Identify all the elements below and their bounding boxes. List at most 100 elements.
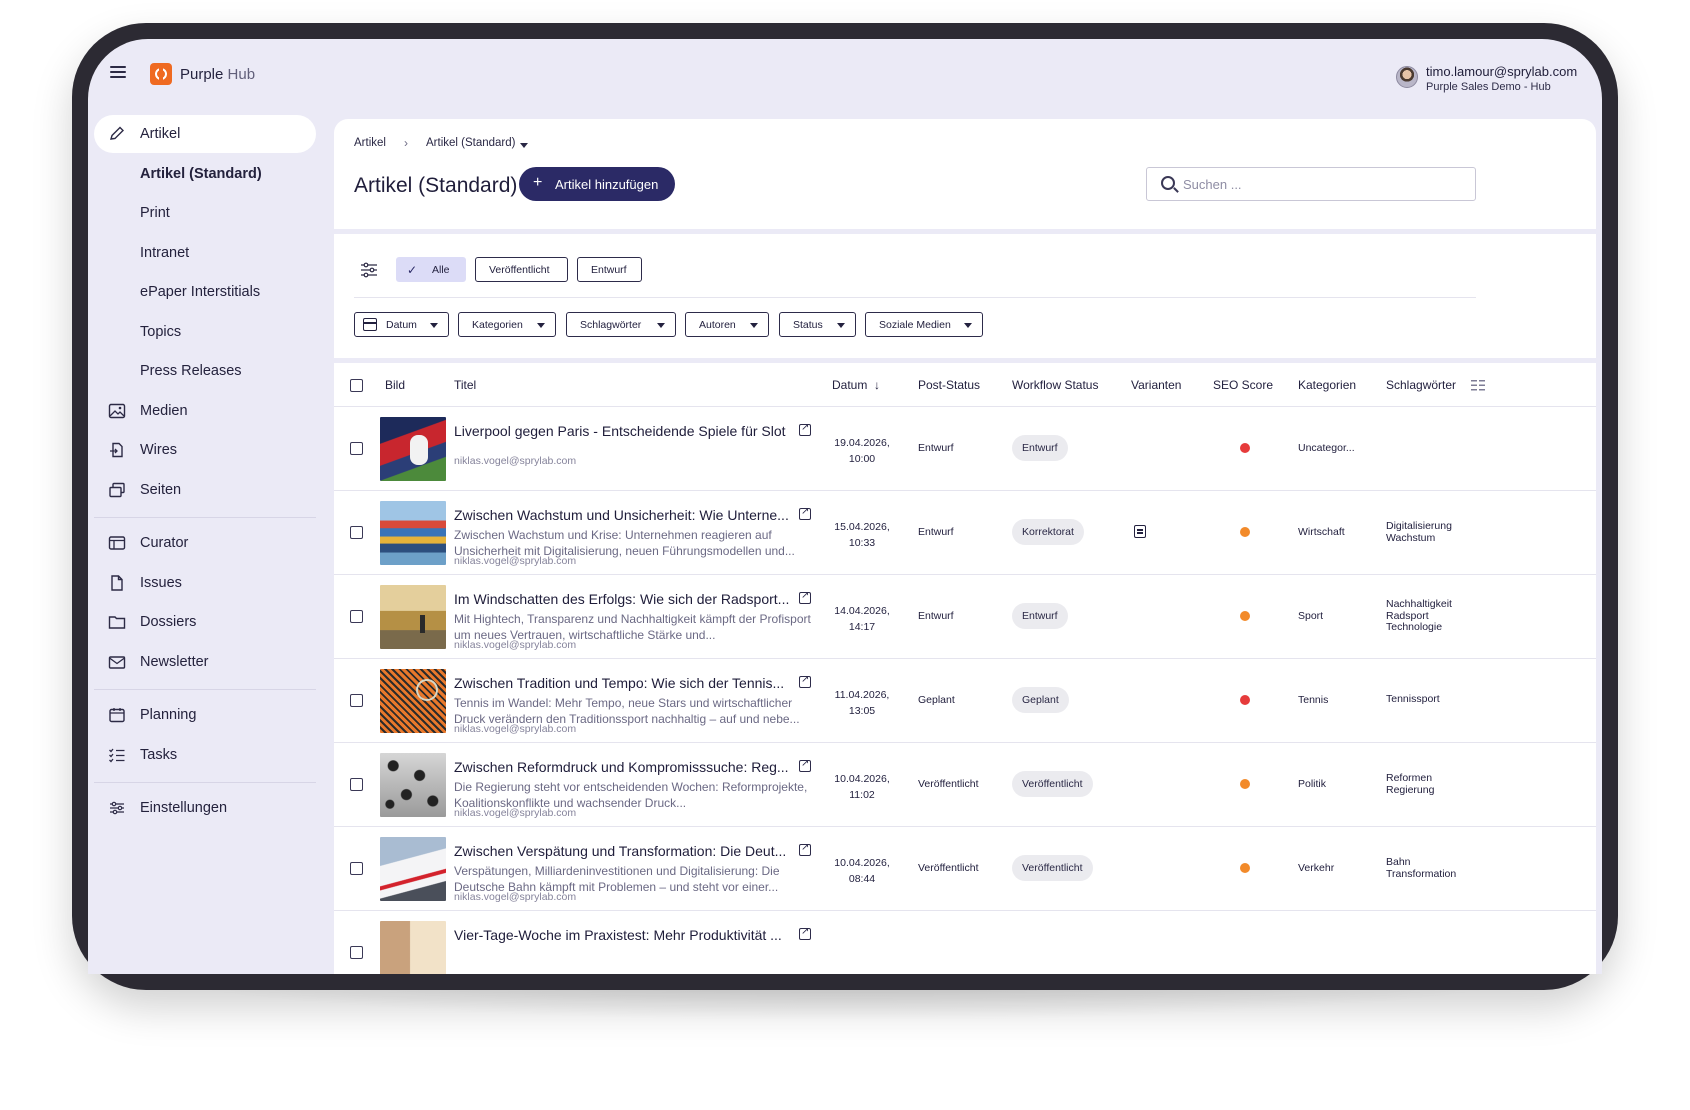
- article-thumbnail: [380, 417, 446, 481]
- article-tags: Bahn Transformation: [1386, 856, 1456, 880]
- article-tags: Tennissport: [1386, 693, 1440, 706]
- add-article-button[interactable]: + Artikel hinzufügen: [519, 167, 675, 201]
- column-header-workflow-status[interactable]: Workflow Status: [1012, 378, 1098, 392]
- workflow-status-badge[interactable]: Korrektorat: [1012, 519, 1084, 545]
- calendar-icon: [363, 318, 377, 331]
- sidebar-item-press-releases[interactable]: Press Releases: [94, 352, 316, 390]
- chevron-right-icon: ›: [404, 136, 408, 150]
- columns-settings-icon[interactable]: [1471, 380, 1485, 391]
- filter-dropdown-kategorien[interactable]: Kategorien: [458, 312, 556, 337]
- sliders-icon: [110, 801, 124, 815]
- external-link-icon[interactable]: [799, 842, 811, 856]
- article-author: niklas.vogel@sprylab.com: [454, 891, 577, 903]
- caret-down-icon: [837, 323, 845, 328]
- user-email[interactable]: timo.lamour@sprylab.com: [1426, 64, 1577, 79]
- sidebar-item-intranet[interactable]: Intranet: [94, 234, 316, 272]
- column-header-seo-score[interactable]: SEO Score: [1213, 378, 1273, 392]
- caret-down-icon: [537, 323, 545, 328]
- filter-dropdown-schlagwoerter[interactable]: Schlagwörter: [566, 312, 676, 337]
- sort-arrow-down-icon[interactable]: ↓: [874, 378, 880, 392]
- caret-down-icon[interactable]: [520, 143, 528, 148]
- sidebar-item-curator[interactable]: Curator: [94, 524, 316, 562]
- article-title[interactable]: Zwischen Wachstum und Unsicherheit: Wie …: [454, 507, 794, 523]
- menu-icon[interactable]: [110, 66, 126, 78]
- external-link-icon[interactable]: [799, 758, 811, 772]
- table-row[interactable]: Zwischen Verspätung und Transformation: …: [334, 827, 1596, 911]
- sidebar-item-wires[interactable]: Wires: [94, 431, 316, 469]
- workflow-status-badge[interactable]: Veröffentlicht: [1012, 771, 1093, 797]
- article-title[interactable]: Zwischen Verspätung und Transformation: …: [454, 843, 794, 859]
- filter-dropdown-status[interactable]: Status: [779, 312, 856, 337]
- row-checkbox[interactable]: [350, 862, 363, 875]
- column-header-titel[interactable]: Titel: [454, 378, 476, 392]
- dropdown-label: Datum: [386, 319, 417, 331]
- row-checkbox[interactable]: [350, 946, 363, 959]
- external-link-icon[interactable]: [799, 590, 811, 604]
- table-row[interactable]: Im Windschatten des Erfolgs: Wie sich de…: [334, 575, 1596, 659]
- sidebar-item-dossiers[interactable]: Dossiers: [94, 603, 316, 641]
- search-input[interactable]: [1183, 174, 1463, 194]
- filter-dropdown-autoren[interactable]: Autoren: [685, 312, 769, 337]
- tablet-frame: Purple Hub timo.lamour@sprylab.com Purpl…: [72, 23, 1618, 990]
- workflow-status-badge[interactable]: Veröffentlicht: [1012, 855, 1093, 881]
- article-title[interactable]: Im Windschatten des Erfolgs: Wie sich de…: [454, 591, 794, 607]
- row-checkbox[interactable]: [350, 526, 363, 539]
- filter-dropdown-datum[interactable]: Datum: [354, 312, 449, 337]
- sidebar-item-epaper-interstitials[interactable]: ePaper Interstitials: [94, 273, 316, 311]
- breadcrumb-root[interactable]: Artikel: [354, 137, 386, 149]
- table-row[interactable]: Zwischen Wachstum und Unsicherheit: Wie …: [334, 491, 1596, 575]
- filter-chip-veroeffentlicht[interactable]: Veröffentlicht: [475, 257, 568, 282]
- sidebar-item-print[interactable]: Print: [94, 194, 316, 232]
- article-title[interactable]: Liverpool gegen Paris - Entscheidende Sp…: [454, 423, 794, 439]
- article-thumbnail: [380, 921, 446, 974]
- article-title[interactable]: Zwischen Tradition und Tempo: Wie sich d…: [454, 675, 794, 691]
- sidebar-item-seiten[interactable]: Seiten: [94, 471, 316, 509]
- row-checkbox[interactable]: [350, 694, 363, 707]
- sidebar-item-artikel-standard[interactable]: Artikel (Standard): [94, 155, 316, 193]
- external-link-icon[interactable]: [799, 422, 811, 436]
- filter-dropdown-soziale-medien[interactable]: Soziale Medien: [865, 312, 983, 337]
- sidebar-item-newsletter[interactable]: Newsletter: [94, 643, 316, 681]
- table-row[interactable]: Zwischen Tradition und Tempo: Wie sich d…: [334, 659, 1596, 743]
- filter-settings-icon[interactable]: [360, 262, 378, 278]
- table-row[interactable]: Zwischen Reformdruck und Kompromisssuche…: [334, 743, 1596, 827]
- column-header-schlagwoerter[interactable]: Schlagwörter: [1386, 378, 1456, 392]
- external-link-icon[interactable]: [799, 926, 811, 940]
- filter-chip-alle[interactable]: ✓ Alle: [396, 257, 466, 282]
- time-value: 10:33: [848, 537, 876, 549]
- workflow-status-badge[interactable]: Geplant: [1012, 687, 1069, 713]
- article-author: niklas.vogel@sprylab.com: [454, 455, 577, 467]
- table-row[interactable]: Vier-Tage-Woche im Praxistest: Mehr Prod…: [334, 911, 1596, 974]
- filter-chip-entwurf[interactable]: Entwurf: [577, 257, 642, 282]
- sidebar-item-label: Dossiers: [140, 614, 197, 630]
- column-header-post-status[interactable]: Post-Status: [918, 378, 980, 392]
- sidebar-item-topics[interactable]: Topics: [94, 313, 316, 351]
- breadcrumb-current[interactable]: Artikel (Standard): [426, 137, 515, 149]
- row-checkbox[interactable]: [350, 778, 363, 791]
- external-link-icon[interactable]: [799, 506, 811, 520]
- workflow-status-badge[interactable]: Entwurf: [1012, 435, 1068, 461]
- table-row[interactable]: Liverpool gegen Paris - Entscheidende Sp…: [334, 407, 1596, 491]
- sidebar-item-issues[interactable]: Issues: [94, 564, 316, 602]
- sidebar-item-label: Einstellungen: [140, 800, 228, 816]
- article-title[interactable]: Zwischen Reformdruck und Kompromisssuche…: [454, 759, 794, 775]
- workflow-status-badge[interactable]: Entwurf: [1012, 603, 1068, 629]
- column-header-datum[interactable]: Datum: [832, 378, 867, 392]
- variant-document-icon[interactable]: [1134, 525, 1146, 538]
- sidebar-item-einstellungen[interactable]: Einstellungen: [94, 789, 316, 827]
- column-header-varianten[interactable]: Varianten: [1131, 378, 1181, 392]
- sidebar-item-label: Seiten: [140, 482, 182, 498]
- select-all-checkbox[interactable]: [350, 379, 363, 392]
- sidebar-item-artikel[interactable]: Artikel: [94, 115, 316, 153]
- sidebar-item-medien[interactable]: Medien: [94, 392, 316, 430]
- sidebar-item-planning[interactable]: Planning: [94, 696, 316, 734]
- external-link-icon[interactable]: [799, 674, 811, 688]
- dropdown-label: Soziale Medien: [879, 319, 951, 331]
- avatar[interactable]: [1396, 66, 1418, 88]
- row-checkbox[interactable]: [350, 442, 363, 455]
- article-title[interactable]: Vier-Tage-Woche im Praxistest: Mehr Prod…: [454, 927, 794, 943]
- sidebar-item-tasks[interactable]: Tasks: [94, 736, 316, 774]
- search-box[interactable]: [1146, 167, 1476, 201]
- column-header-kategorien[interactable]: Kategorien: [1298, 378, 1356, 392]
- row-checkbox[interactable]: [350, 610, 363, 623]
